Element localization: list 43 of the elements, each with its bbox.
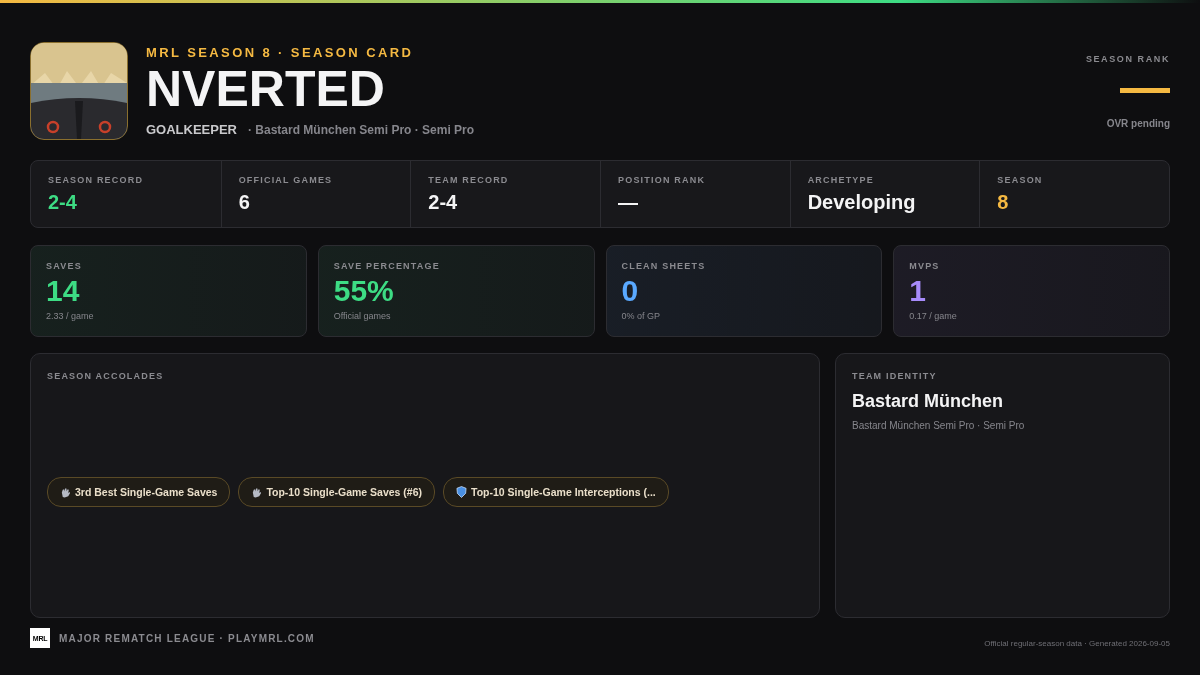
panel-title: SEASON ACCOLADES [47, 371, 165, 381]
summary-value: 2-4 [48, 191, 78, 214]
summary-label: POSITION RANK [618, 175, 707, 185]
accolade-chip: Top-10 Single-Game Interceptions (... [443, 477, 669, 507]
summary-label: OFFICIAL GAMES [238, 175, 334, 185]
summary-value: 8 [997, 191, 1010, 214]
stat-label: SAVES [46, 261, 83, 271]
stat-value: 55% [333, 275, 395, 307]
ovr-note: OVR pending [1106, 118, 1170, 129]
stat-subtext: Official games [333, 311, 392, 321]
stat-subtext: 2.33 / game [46, 311, 95, 321]
summary-value: Developing [807, 191, 917, 214]
team-name: Bastard München [852, 391, 1005, 412]
summary-value: 2-4 [428, 191, 459, 214]
stat-subtext: 0.17 / game [909, 311, 958, 321]
summary-label: TEAM RECORD [428, 175, 510, 185]
footer-note: Official regular-season data · Generated 2026-09-05 [984, 638, 1170, 648]
accolade-chip: Top-10 Single-Game Saves (#6) [238, 477, 435, 507]
summary-value: 6 [238, 191, 251, 214]
stat-value: 1 [909, 275, 927, 307]
stat-value: 0 [621, 275, 640, 307]
glove-icon [251, 486, 263, 498]
stat-value: 14 [46, 275, 81, 307]
summary-label: SEASON [997, 175, 1044, 185]
player-name: NVERTED [146, 62, 386, 116]
glove-icon [60, 486, 71, 498]
panel-title: TEAM IDENTITY [852, 371, 938, 381]
summary-label: ARCHETYPE [807, 175, 875, 185]
stat-label: MVPS [909, 261, 941, 271]
player-position: GOALKEEPER [146, 122, 237, 137]
team-subtext: Bastard München Semi Pro · Semi Pro [852, 420, 1026, 431]
stat-label: SAVE PERCENTAGE [333, 261, 441, 271]
stat-label: CLEAN SHEETS [621, 261, 707, 271]
rank-placeholder-bar [1120, 88, 1170, 93]
team-line: · Bastard München Semi Pro · Semi Pro [248, 123, 475, 137]
summary-value: — [618, 191, 639, 214]
shield-icon [456, 486, 467, 498]
season-card-eyebrow: MRL SEASON 8 · SEASON CARD [146, 45, 415, 60]
season-rank-label: SEASON RANK [1085, 54, 1170, 64]
footer-league: MAJOR REMATCH LEAGUE · PLAYMRL.COM [59, 632, 315, 644]
accolade-chip: 3rd Best Single-Game Saves [47, 477, 231, 507]
stat-subtext: 0% of GP [621, 311, 662, 321]
summary-label: SEASON RECORD [48, 175, 145, 185]
